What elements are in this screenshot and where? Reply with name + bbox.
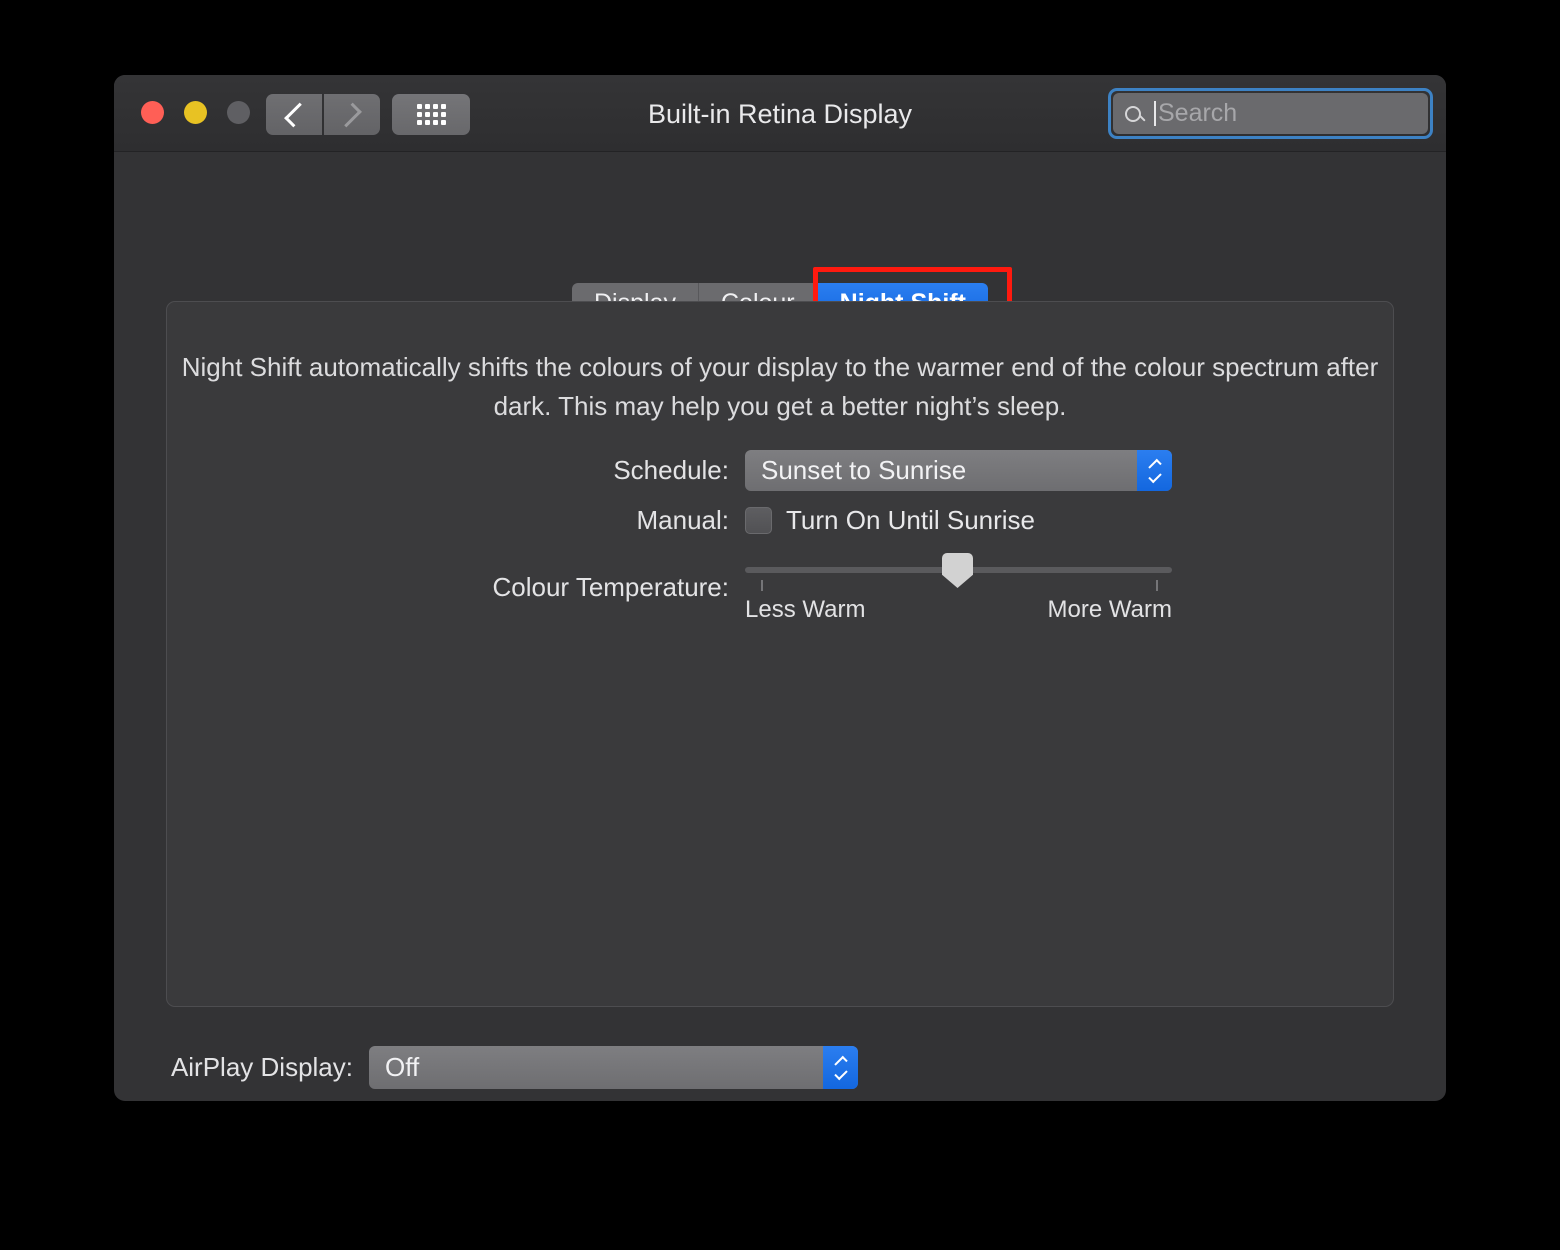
airplay-display-value: Off xyxy=(385,1052,419,1083)
colour-temperature-row: Colour Temperature: Less Warm More Warm xyxy=(167,550,1393,624)
airplay-display-dropdown[interactable]: Off xyxy=(369,1046,858,1089)
colour-temperature-label: Colour Temperature: xyxy=(167,572,745,603)
slider-tick-left xyxy=(761,580,763,591)
system-preferences-window: Built-in Retina Display Search Display C… xyxy=(114,75,1446,1101)
slider-labels: Less Warm More Warm xyxy=(745,596,1172,624)
window-toolbar: Built-in Retina Display Search xyxy=(114,75,1446,152)
schedule-value: Sunset to Sunrise xyxy=(761,455,966,486)
text-caret xyxy=(1154,101,1156,126)
more-warm-label: More Warm xyxy=(1048,596,1172,624)
night-shift-panel: Night Shift automatically shifts the col… xyxy=(166,301,1394,1007)
slider-ticks xyxy=(745,580,1172,592)
chevron-up-down-icon[interactable] xyxy=(1137,450,1172,491)
chevron-up-down-icon[interactable] xyxy=(823,1046,858,1089)
search-input[interactable]: Search xyxy=(1113,93,1428,134)
turn-on-until-sunrise-label: Turn On Until Sunrise xyxy=(786,505,1035,536)
search-icon xyxy=(1125,106,1141,122)
night-shift-settings: Schedule: Sunset to Sunrise Manual: Turn… xyxy=(167,450,1393,638)
window-body: Display Colour Night Shift Night Shift a… xyxy=(114,152,1446,1101)
schedule-dropdown[interactable]: Sunset to Sunrise xyxy=(745,450,1172,491)
schedule-label: Schedule: xyxy=(167,455,745,486)
less-warm-label: Less Warm xyxy=(745,596,865,624)
airplay-display-label: AirPlay Display: xyxy=(114,1052,369,1083)
manual-label: Manual: xyxy=(167,505,745,536)
slider-tick-right xyxy=(1156,580,1158,591)
turn-on-until-sunrise-checkbox[interactable] xyxy=(745,507,772,534)
airplay-display-row: AirPlay Display: Off xyxy=(114,1046,858,1089)
colour-temperature-slider[interactable]: Less Warm More Warm xyxy=(745,550,1172,624)
schedule-row: Schedule: Sunset to Sunrise xyxy=(167,450,1393,491)
search-field-container[interactable]: Search xyxy=(1108,88,1433,139)
night-shift-description: Night Shift automatically shifts the col… xyxy=(167,348,1393,426)
search-placeholder: Search xyxy=(1158,99,1237,128)
manual-row: Manual: Turn On Until Sunrise xyxy=(167,505,1393,536)
